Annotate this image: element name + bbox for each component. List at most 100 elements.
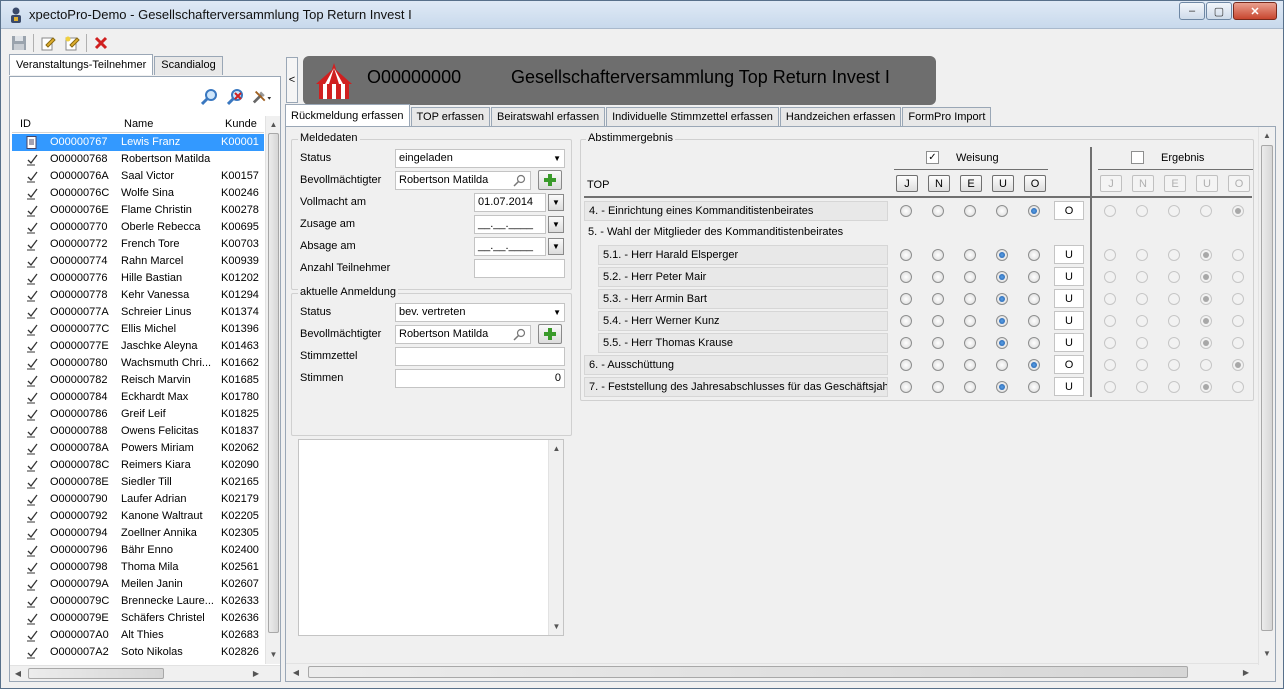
scroll-right-icon[interactable]: ▶	[1240, 666, 1252, 678]
tools-icon[interactable]	[252, 87, 272, 107]
scroll-thumb[interactable]	[268, 133, 279, 633]
weisung-radio[interactable]	[932, 337, 944, 349]
content-hscroll-thumb[interactable]	[308, 666, 1188, 678]
tab-rueckmeldung[interactable]: Rückmeldung erfassen	[285, 104, 410, 126]
bevollmaechtigter-field[interactable]: Robertson Matilda	[395, 171, 531, 190]
list-item[interactable]: O00000782 Reisch Marvin K01685	[12, 372, 264, 389]
list-item[interactable]: O00000772 French Tore K00703	[12, 236, 264, 253]
weisung-radio[interactable]	[996, 205, 1008, 217]
hscroll-thumb[interactable]	[28, 668, 164, 679]
content-vscrollbar[interactable]: ▲ ▼	[1258, 127, 1274, 665]
edit-star-icon[interactable]	[62, 33, 82, 53]
weisung-radio[interactable]	[932, 381, 944, 393]
weisung-radio[interactable]	[1028, 381, 1040, 393]
scroll-right-icon[interactable]: ▶	[250, 668, 262, 679]
tab-top-erfassen[interactable]: TOP erfassen	[410, 107, 490, 126]
list-item[interactable]: O0000077A Schreier Linus K01374	[12, 304, 264, 321]
list-item[interactable]: O0000077E Jaschke Aleyna K01463	[12, 338, 264, 355]
scroll-up-icon[interactable]: ▲	[551, 442, 562, 454]
tab-stimmzettel[interactable]: Individuelle Stimmzettel erfassen	[606, 107, 779, 126]
weisung-radio[interactable]	[996, 293, 1008, 305]
lookup-search-icon[interactable]	[513, 174, 526, 187]
weisung-radio[interactable]	[996, 359, 1008, 371]
scroll-down-icon[interactable]: ▼	[551, 620, 562, 632]
weisung-radio[interactable]	[900, 315, 912, 327]
list-vscrollbar[interactable]: ▲ ▼	[265, 116, 280, 664]
weisung-radio[interactable]	[996, 381, 1008, 393]
weisung-radio[interactable]	[932, 293, 944, 305]
list-item[interactable]: O00000780 Wachsmuth Chri... K01662	[12, 355, 264, 372]
weisung-radio[interactable]	[900, 337, 912, 349]
add-anm-bevoll-button[interactable]	[538, 324, 562, 344]
col-id[interactable]: ID	[20, 118, 31, 130]
weisung-radio[interactable]	[1028, 293, 1040, 305]
weisung-radio[interactable]	[1028, 249, 1040, 261]
content-vscroll-thumb[interactable]	[1261, 145, 1273, 631]
list-item[interactable]: O0000079E Schäfers Christel K02636	[12, 610, 264, 627]
weisung-radio[interactable]	[900, 359, 912, 371]
weisung-checkbox[interactable]: ✓	[926, 151, 939, 164]
weisung-radio[interactable]	[932, 249, 944, 261]
list-item[interactable]: O00000792 Kanone Waltraut K02205	[12, 508, 264, 525]
list-item[interactable]: O0000077C Ellis Michel K01396	[12, 321, 264, 338]
list-item[interactable]: O00000784 Eckhardt Max K01780	[12, 389, 264, 406]
lookup-search-icon[interactable]	[513, 328, 526, 341]
list-item[interactable]: O0000078C Reimers Kiara K02090	[12, 457, 264, 474]
scroll-up-icon[interactable]: ▲	[1261, 129, 1273, 141]
weisung-radio[interactable]	[1028, 359, 1040, 371]
weisung-radio[interactable]	[1028, 315, 1040, 327]
list-item[interactable]: O0000076A Saal Victor K00157	[12, 168, 264, 185]
delete-icon[interactable]	[91, 33, 111, 53]
ergebnis-checkbox[interactable]	[1131, 151, 1144, 164]
weisung-code-field[interactable]: U	[1054, 311, 1084, 330]
anm-status-select[interactable]: bev. vertreten ▼	[395, 303, 565, 322]
content-hscrollbar[interactable]: ◀ ▶	[286, 663, 1258, 680]
list-item[interactable]: O0000076E Flame Christin K00278	[12, 202, 264, 219]
list-item[interactable]: O00000786 Greif Leif K01825	[12, 406, 264, 423]
weisung-btn-o[interactable]: O	[1024, 175, 1046, 192]
weisung-radio[interactable]	[932, 359, 944, 371]
weisung-radio[interactable]	[996, 337, 1008, 349]
tab-veranstaltungs-teilnehmer[interactable]: Veranstaltungs-Teilnehmer	[9, 54, 154, 75]
weisung-radio[interactable]	[1028, 337, 1040, 349]
list-item[interactable]: O000007A0 Alt Thies K02683	[12, 627, 264, 644]
edit-icon[interactable]	[38, 33, 58, 53]
weisung-code-field[interactable]: U	[1054, 333, 1084, 352]
weisung-radio[interactable]	[964, 315, 976, 327]
weisung-radio[interactable]	[900, 205, 912, 217]
notes-scrollbar[interactable]: ▲ ▼	[548, 440, 563, 635]
anm-bevoll-field[interactable]: Robertson Matilda	[395, 325, 531, 344]
weisung-radio[interactable]	[996, 249, 1008, 261]
clear-search-icon[interactable]	[226, 87, 246, 107]
absage-date-dropdown[interactable]: ▼	[548, 238, 564, 255]
collapse-panel-button[interactable]: <	[286, 57, 298, 103]
weisung-btn-j[interactable]: J	[896, 175, 918, 192]
weisung-radio[interactable]	[900, 293, 912, 305]
scroll-up-icon[interactable]: ▲	[268, 118, 279, 130]
list-item[interactable]: O000007A2 Soto Nikolas K02826	[12, 644, 264, 661]
weisung-radio[interactable]	[964, 271, 976, 283]
notes-textarea[interactable]: ▲ ▼	[298, 439, 564, 636]
list-item[interactable]: O00000770 Oberle Rebecca K00695	[12, 219, 264, 236]
list-item[interactable]: O00000790 Laufer Adrian K02179	[12, 491, 264, 508]
weisung-radio[interactable]	[964, 205, 976, 217]
minimize-button[interactable]: –	[1179, 2, 1205, 20]
list-item[interactable]: O00000788 Owens Felicitas K01837	[12, 423, 264, 440]
weisung-btn-n[interactable]: N	[928, 175, 950, 192]
weisung-radio[interactable]	[964, 337, 976, 349]
status-select[interactable]: eingeladen ▼	[395, 149, 565, 168]
weisung-code-field[interactable]: O	[1054, 355, 1084, 374]
list-item[interactable]: O00000768 Robertson Matilda	[12, 151, 264, 168]
scroll-left-icon[interactable]: ◀	[12, 668, 24, 679]
weisung-radio[interactable]	[996, 315, 1008, 327]
weisung-radio[interactable]	[900, 271, 912, 283]
list-item[interactable]: O00000774 Rahn Marcel K00939	[12, 253, 264, 270]
zusage-date[interactable]: __.__.____	[474, 215, 546, 234]
absage-date[interactable]: __.__.____	[474, 237, 546, 256]
weisung-code-field[interactable]: U	[1054, 289, 1084, 308]
weisung-radio[interactable]	[964, 249, 976, 261]
scroll-down-icon[interactable]: ▼	[268, 648, 279, 660]
maximize-button[interactable]: ▢	[1206, 2, 1232, 20]
zusage-date-dropdown[interactable]: ▼	[548, 216, 564, 233]
weisung-radio[interactable]	[932, 315, 944, 327]
